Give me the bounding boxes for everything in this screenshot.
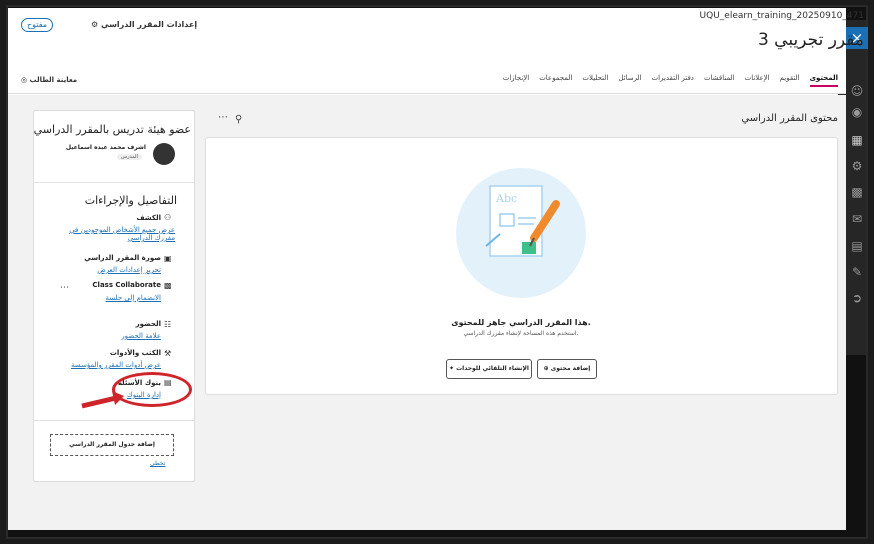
- user-icon[interactable]: ☺: [846, 82, 868, 100]
- add-content-button[interactable]: ⊕ إضافة محتوى: [537, 359, 597, 379]
- status-badge[interactable]: مفتوح: [21, 18, 54, 32]
- student-preview-button[interactable]: ◎ معاينة الطالب: [21, 76, 77, 84]
- instructor-name[interactable]: اشرف محمد عبده اسماعيل: [66, 144, 146, 151]
- search-icon[interactable]: ⚲: [235, 114, 242, 125]
- globe-icon[interactable]: ◉: [846, 103, 868, 121]
- instructor-heading: عضو هيئة تدريس بالمقرر الدراسي: [33, 123, 191, 136]
- eye-icon: ◎: [21, 76, 28, 84]
- roster-link[interactable]: عرض جميع الأشخاص الموجودين في مقررك الدر…: [50, 226, 175, 242]
- divider: [34, 182, 194, 183]
- signout-icon[interactable]: ➲: [846, 289, 868, 307]
- avatar: [153, 143, 175, 165]
- course-settings-link[interactable]: ⚙ إعدادات المقرر الدراسي: [91, 20, 197, 29]
- tab-calendar[interactable]: التقويم: [780, 74, 800, 87]
- tab-content[interactable]: المحتوى: [809, 74, 838, 87]
- skip-link[interactable]: تخطي: [150, 460, 165, 467]
- plus-icon: ⊕: [543, 365, 549, 372]
- sparkle-icon: ✦: [449, 365, 455, 372]
- tab-groups[interactable]: المجموعات: [539, 74, 572, 87]
- roster-title: الكشف: [136, 214, 161, 222]
- arrow-annotation: [81, 391, 124, 409]
- content-title: محتوى المقرر الدراسي: [741, 113, 838, 124]
- auto-generate-button[interactable]: ✦ الإنشاء التلقائي للوحدات: [446, 359, 532, 379]
- more-options-icon[interactable]: ⋯: [60, 283, 69, 293]
- divider: [34, 420, 194, 421]
- gear-icon: ⚙: [91, 20, 99, 29]
- svg-text:Abc: Abc: [495, 192, 517, 205]
- tools-icon[interactable]: ✎: [846, 263, 868, 281]
- tab-gradebook[interactable]: دفتر التقديرات: [652, 74, 694, 87]
- collaborate-title: Class Collaborate: [92, 281, 161, 289]
- add-schedule-button[interactable]: إضافة جدول المقرر الدراسي: [50, 434, 174, 456]
- grades-icon[interactable]: ▤: [846, 237, 868, 255]
- settings-label: إعدادات المقرر الدراسي: [100, 20, 198, 29]
- empty-content-illustration: Abc: [456, 168, 586, 298]
- empty-state-subtitle: استخدم هذه المساحة لإنشاء مقررك الدراسي.: [463, 330, 579, 337]
- details-heading: التفاصيل والإجراءات: [84, 194, 177, 207]
- tab-analytics[interactable]: التحليلات: [582, 74, 608, 87]
- image-icon: ▣: [164, 254, 172, 263]
- add-content-label: إضافة محتوى: [550, 365, 591, 372]
- tab-achievements[interactable]: الإنجازات: [503, 74, 529, 87]
- tools-icon: ⚒: [164, 349, 172, 358]
- attendance-title: الحضور: [135, 320, 161, 328]
- student-preview-label: معاينة الطالب: [29, 76, 78, 84]
- attendance-link[interactable]: علامة الحضور: [121, 332, 161, 340]
- auto-generate-label: الإنشاء التلقائي للوحدات: [456, 365, 529, 372]
- attendance-icon: ☷: [164, 320, 172, 329]
- role-badge: المدرس: [117, 154, 142, 160]
- course-nav: المحتوى التقويم الإعلانات المناقشات دفتر…: [8, 68, 846, 94]
- books-tools-title: الكتب والأدوات: [109, 349, 161, 357]
- question-bank-icon: ▤: [164, 378, 172, 387]
- calendar-icon[interactable]: ▩: [846, 183, 868, 201]
- tab-messages[interactable]: الرسائل: [618, 74, 641, 87]
- course-title: مقرر تجريبي 3: [757, 30, 864, 50]
- course-icon[interactable]: ▦: [846, 131, 868, 149]
- edit-display-link[interactable]: تحرير إعدادات العرض: [97, 266, 161, 274]
- tab-announcements[interactable]: الإعلانات: [745, 74, 770, 87]
- tab-discussions[interactable]: المناقشات: [704, 74, 735, 87]
- collaborate-icon: ▩: [164, 281, 172, 290]
- books-tools-link[interactable]: عرض أدوات المقرر والمؤسسة: [71, 361, 161, 369]
- course-id: UQU_elearn_training_20250910_471: [699, 11, 864, 21]
- organizations-icon[interactable]: ⚙: [846, 157, 868, 175]
- roster-icon: ⚇: [164, 213, 172, 222]
- course-image-title: صورة المقرر الدراسي: [84, 254, 161, 262]
- join-session-link[interactable]: الانضمام إلى جلسة: [106, 294, 161, 302]
- more-options-icon[interactable]: ⋯: [218, 112, 228, 123]
